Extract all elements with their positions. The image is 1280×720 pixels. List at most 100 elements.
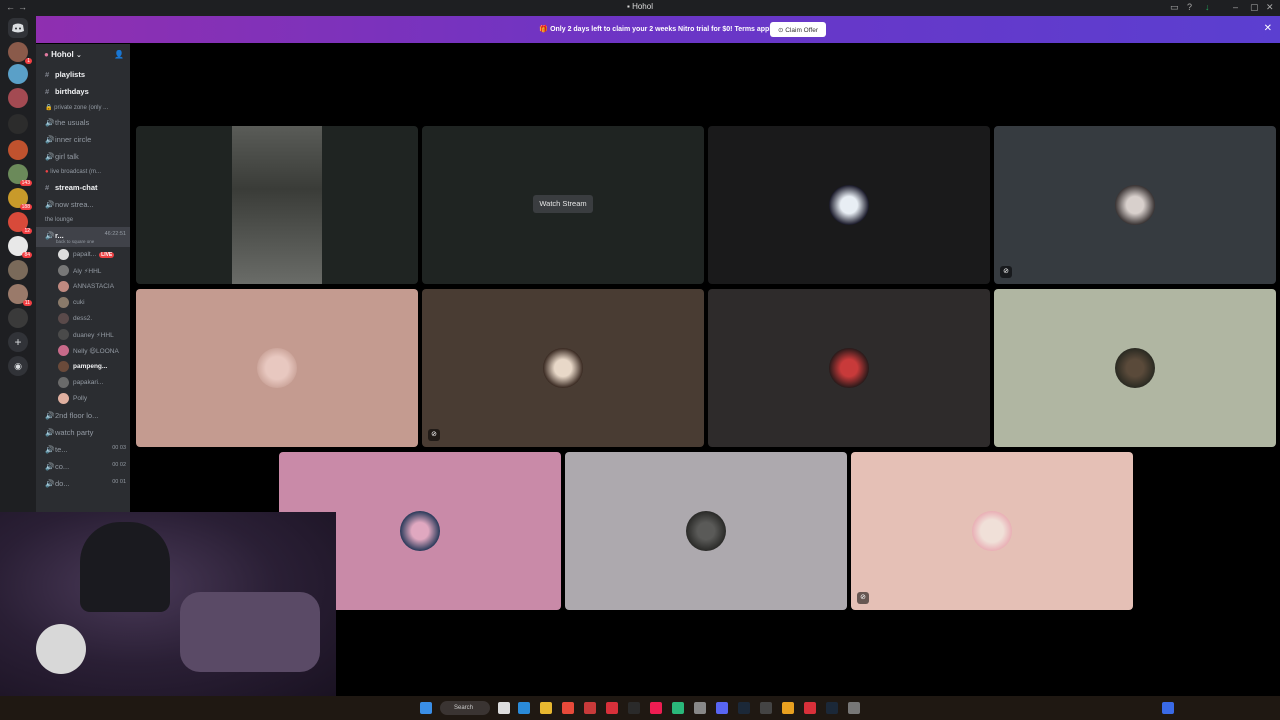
gift-icon: 🎁 [539, 26, 549, 33]
video-tile[interactable]: ⊘ [994, 126, 1276, 284]
category-live-broadcast[interactable]: ● live broadcast (m... [36, 165, 130, 179]
voice-user[interactable]: papakari... [36, 375, 130, 391]
explore-icon[interactable]: ◉ [8, 356, 28, 376]
app-icon[interactable] [672, 702, 684, 714]
server-icon[interactable]: 11 [8, 284, 32, 306]
voice-user[interactable]: Nelly 😃LOONA [36, 343, 130, 359]
app-icon[interactable] [584, 702, 596, 714]
server-header[interactable]: ● Hohol ⌄ 👤 [36, 44, 130, 66]
voice-user[interactable]: dess2. [36, 311, 130, 327]
watch-stream-button[interactable]: Watch Stream [533, 195, 593, 213]
server-icon[interactable] [8, 308, 28, 328]
app-icon[interactable] [804, 702, 816, 714]
app-icon[interactable] [826, 702, 838, 714]
video-tile[interactable] [136, 289, 418, 447]
voice-channel-the-usuals[interactable]: 🔊the usuals [36, 114, 130, 131]
voice-channel-inner-circle[interactable]: 🔊inner circle [36, 131, 130, 148]
add-member-icon[interactable]: 👤 [114, 50, 124, 59]
download-icon[interactable]: ↓ [1205, 2, 1210, 12]
app-icon[interactable] [628, 702, 640, 714]
category-private-zone[interactable]: 🔒 private zone (only ... [36, 100, 130, 114]
avatar [686, 511, 726, 551]
app-icon[interactable] [760, 702, 772, 714]
close-window-icon[interactable]: ✕ [1266, 2, 1274, 13]
channel-birthdays[interactable]: # birthdays [36, 83, 130, 100]
chrome-icon[interactable] [562, 702, 574, 714]
voice-channel-watch-party[interactable]: 🔊watch party [36, 424, 130, 441]
channel-stream-chat[interactable]: # stream-chat [36, 179, 130, 196]
video-tile[interactable]: ⊘ [422, 289, 704, 447]
hash-icon: # [45, 183, 50, 192]
server-rail: 1 143 188 12 84 11 + ◉ [0, 16, 36, 512]
settings-icon[interactable] [848, 702, 860, 714]
voice-channel-girl-talk[interactable]: 🔊girl talk [36, 148, 130, 165]
steam-icon[interactable] [738, 702, 750, 714]
taskbar-search[interactable]: Search [440, 701, 490, 715]
maximize-icon[interactable]: ▢ [1250, 2, 1259, 13]
server-icon[interactable] [8, 260, 28, 280]
avatar [58, 377, 69, 388]
server-icon[interactable] [8, 88, 28, 108]
windows-start-icon[interactable] [420, 702, 432, 714]
speaker-icon: 🔊 [45, 462, 55, 471]
server-icon[interactable]: 12 [8, 212, 32, 234]
app-icon[interactable] [606, 702, 618, 714]
help-icon[interactable]: ? [1187, 2, 1192, 12]
add-server-icon[interactable]: + [8, 332, 28, 352]
video-tile-stream[interactable] [136, 126, 418, 284]
avatar [58, 393, 69, 404]
server-icon[interactable] [8, 114, 28, 134]
avatar [58, 265, 69, 276]
edge-icon[interactable] [518, 702, 530, 714]
claim-offer-button[interactable]: ⊙ Claim Offer [770, 22, 826, 37]
video-tile-watch-stream[interactable]: Watch Stream [422, 126, 704, 284]
avatar [972, 511, 1012, 551]
voice-channel-co[interactable]: 🔊co... 00 02 [36, 458, 130, 475]
video-tile[interactable] [708, 289, 990, 447]
voice-user[interactable]: papalt... LIVE [36, 247, 130, 263]
server-icon[interactable] [8, 64, 28, 84]
inbox-icon[interactable]: ▭ [1170, 2, 1179, 13]
close-banner-icon[interactable]: ✕ [1264, 23, 1272, 34]
tiktok-icon[interactable] [650, 702, 662, 714]
app-icon[interactable] [782, 702, 794, 714]
discord-taskbar-icon[interactable] [716, 702, 728, 714]
voice-channel-now-streaming[interactable]: 🔊now strea... [36, 196, 130, 213]
video-tile[interactable]: ⊘ [851, 452, 1133, 610]
voice-user[interactable]: ANNASTACIA [36, 279, 130, 295]
server-icon[interactable]: 188 [8, 188, 32, 210]
tray-icon[interactable] [1162, 702, 1174, 714]
file-explorer-icon[interactable] [540, 702, 552, 714]
voice-channel-do[interactable]: 🔊do... 00 01 [36, 475, 130, 492]
discord-home-icon[interactable] [8, 18, 28, 38]
server-icon[interactable]: 143 [8, 164, 32, 186]
task-view-icon[interactable] [498, 702, 510, 714]
video-tile[interactable] [565, 452, 847, 610]
voice-user[interactable]: Aly ⚡HHL [36, 263, 130, 279]
avatar [1115, 348, 1155, 388]
live-dot-icon: ● [45, 169, 49, 175]
minimize-icon[interactable]: – [1233, 2, 1238, 12]
voice-user[interactable]: Polly [36, 391, 130, 407]
avatar [58, 249, 69, 260]
server-icon[interactable]: 84 [8, 236, 32, 258]
voice-channel-2nd-floor[interactable]: 🔊2nd floor lo... [36, 407, 130, 424]
server-icon[interactable] [8, 140, 28, 160]
app-icon[interactable] [694, 702, 706, 714]
mic-muted-icon: ⊘ [428, 429, 440, 441]
hash-icon: # [45, 87, 50, 96]
voice-user[interactable]: duaney ⚡HHL [36, 327, 130, 343]
avatar [58, 281, 69, 292]
speaker-icon: 🔊 [45, 152, 55, 161]
server-icon[interactable]: 1 [8, 42, 32, 64]
active-voice-channel[interactable]: 🔊r... 46:22:51 back to square one [36, 227, 130, 247]
channel-playlists[interactable]: # playlists [36, 66, 130, 83]
speaker-icon: 🔊 [45, 135, 55, 144]
category-the-lounge[interactable]: the lounge [36, 213, 130, 227]
avatar [58, 329, 69, 340]
voice-channel-te[interactable]: 🔊te... 00 03 [36, 441, 130, 458]
voice-user[interactable]: cuki [36, 295, 130, 311]
voice-user[interactable]: pampeng... [36, 359, 130, 375]
video-tile[interactable] [994, 289, 1276, 447]
video-tile[interactable] [708, 126, 990, 284]
